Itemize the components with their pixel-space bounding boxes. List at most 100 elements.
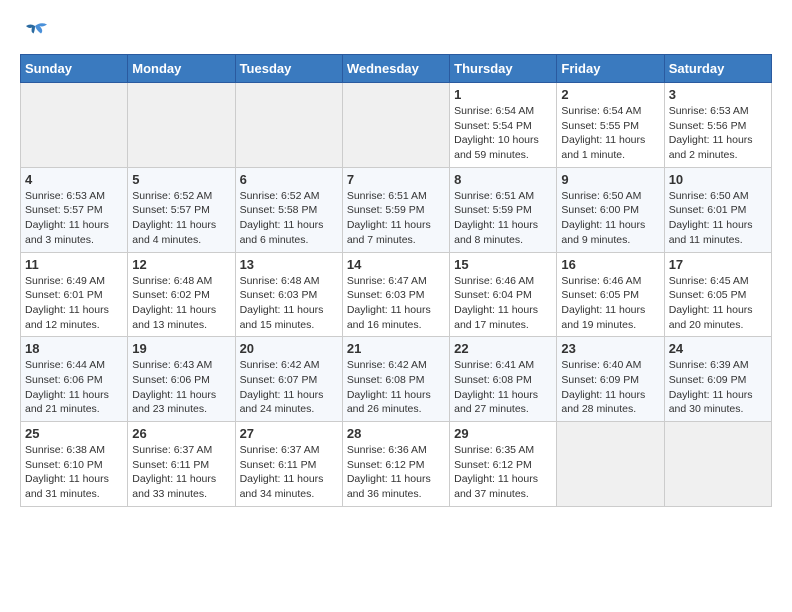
calendar-cell xyxy=(342,83,449,168)
day-info: Sunrise: 6:53 AMSunset: 5:57 PMDaylight:… xyxy=(25,189,123,248)
calendar-cell: 10 Sunrise: 6:50 AMSunset: 6:01 PMDayligh… xyxy=(664,167,771,252)
day-number: 7 xyxy=(347,172,445,187)
day-number: 11 xyxy=(25,257,123,272)
calendar-cell xyxy=(664,422,771,507)
calendar-cell xyxy=(128,83,235,168)
day-info: Sunrise: 6:45 AMSunset: 6:05 PMDaylight:… xyxy=(669,274,767,333)
logo-icon xyxy=(20,20,50,44)
weekday-header-row: SundayMondayTuesdayWednesdayThursdayFrid… xyxy=(21,55,772,83)
day-info: Sunrise: 6:51 AMSunset: 5:59 PMDaylight:… xyxy=(454,189,552,248)
day-info: Sunrise: 6:44 AMSunset: 6:06 PMDaylight:… xyxy=(25,358,123,417)
calendar-cell: 17Sunrise: 6:45 AMSunset: 6:05 PMDayligh… xyxy=(664,252,771,337)
day-number: 24 xyxy=(669,341,767,356)
calendar-cell: 5Sunrise: 6:52 AMSunset: 5:57 PMDaylight… xyxy=(128,167,235,252)
weekday-header-monday: Monday xyxy=(128,55,235,83)
day-number: 23 xyxy=(561,341,659,356)
calendar-cell: 19 Sunrise: 6:43 AMSunset: 6:06 PMDayligh… xyxy=(128,337,235,422)
calendar-cell: 8 Sunrise: 6:51 AMSunset: 5:59 PMDaylight… xyxy=(450,167,557,252)
calendar-cell: 7 Sunrise: 6:51 AMSunset: 5:59 PMDaylight… xyxy=(342,167,449,252)
weekday-header-friday: Friday xyxy=(557,55,664,83)
calendar-cell: 27 Sunrise: 6:37 AMSunset: 6:11 PMDayligh… xyxy=(235,422,342,507)
calendar-cell xyxy=(235,83,342,168)
calendar-week-2: 4Sunrise: 6:53 AMSunset: 5:57 PMDaylight… xyxy=(21,167,772,252)
day-number: 20 xyxy=(240,341,338,356)
day-info: Sunrise: 6:40 AMSunset: 6:09 PMDaylight:… xyxy=(561,358,659,417)
calendar-cell: 1 Sunrise: 6:54 AMSunset: 5:54 PMDaylight… xyxy=(450,83,557,168)
calendar-table: SundayMondayTuesdayWednesdayThursdayFrid… xyxy=(20,54,772,507)
day-info: Sunrise: 6:48 AMSunset: 6:02 PMDaylight:… xyxy=(132,274,230,333)
calendar-cell: 21 Sunrise: 6:42 AMSunset: 6:08 PMDayligh… xyxy=(342,337,449,422)
calendar-cell: 4Sunrise: 6:53 AMSunset: 5:57 PMDaylight… xyxy=(21,167,128,252)
day-info: Sunrise: 6:54 AMSunset: 5:55 PMDaylight:… xyxy=(561,104,659,163)
day-number: 10 xyxy=(669,172,767,187)
calendar-cell xyxy=(557,422,664,507)
day-number: 1 xyxy=(454,87,552,102)
day-info: Sunrise: 6:48 AMSunset: 6:03 PMDaylight:… xyxy=(240,274,338,333)
day-number: 19 xyxy=(132,341,230,356)
calendar-cell: 20 Sunrise: 6:42 AMSunset: 6:07 PMDayligh… xyxy=(235,337,342,422)
day-info: Sunrise: 6:50 AMSunset: 6:00 PMDaylight:… xyxy=(561,189,659,248)
day-number: 18 xyxy=(25,341,123,356)
calendar-cell: 29 Sunrise: 6:35 AMSunset: 6:12 PMDayligh… xyxy=(450,422,557,507)
day-info: Sunrise: 6:42 AMSunset: 6:08 PMDaylight:… xyxy=(347,358,445,417)
day-number: 12 xyxy=(132,257,230,272)
day-number: 8 xyxy=(454,172,552,187)
day-number: 16 xyxy=(561,257,659,272)
day-info: Sunrise: 6:49 AMSunset: 6:01 PMDaylight:… xyxy=(25,274,123,333)
calendar-week-5: 25 Sunrise: 6:38 AMSunset: 6:10 PMDayligh… xyxy=(21,422,772,507)
day-info: Sunrise: 6:39 AMSunset: 6:09 PMDaylight:… xyxy=(669,358,767,417)
day-number: 25 xyxy=(25,426,123,441)
calendar-week-4: 18 Sunrise: 6:44 AMSunset: 6:06 PMDayligh… xyxy=(21,337,772,422)
day-info: Sunrise: 6:43 AMSunset: 6:06 PMDaylight:… xyxy=(132,358,230,417)
day-number: 22 xyxy=(454,341,552,356)
day-info: Sunrise: 6:37 AMSunset: 6:11 PMDaylight:… xyxy=(132,443,230,502)
calendar-cell: 16 Sunrise: 6:46 AMSunset: 6:05 PMDayligh… xyxy=(557,252,664,337)
calendar-cell: 3 Sunrise: 6:53 AMSunset: 5:56 PMDaylight… xyxy=(664,83,771,168)
day-info: Sunrise: 6:37 AMSunset: 6:11 PMDaylight:… xyxy=(240,443,338,502)
day-info: Sunrise: 6:47 AMSunset: 6:03 PMDaylight:… xyxy=(347,274,445,333)
calendar-cell: 6 Sunrise: 6:52 AMSunset: 5:58 PMDaylight… xyxy=(235,167,342,252)
page-header xyxy=(20,20,772,44)
calendar-cell: 13 Sunrise: 6:48 AMSunset: 6:03 PMDayligh… xyxy=(235,252,342,337)
day-info: Sunrise: 6:51 AMSunset: 5:59 PMDaylight:… xyxy=(347,189,445,248)
day-number: 28 xyxy=(347,426,445,441)
calendar-cell: 14 Sunrise: 6:47 AMSunset: 6:03 PMDayligh… xyxy=(342,252,449,337)
day-info: Sunrise: 6:50 AMSunset: 6:01 PMDaylight:… xyxy=(669,189,767,248)
calendar-cell: 24 Sunrise: 6:39 AMSunset: 6:09 PMDayligh… xyxy=(664,337,771,422)
day-number: 5 xyxy=(132,172,230,187)
calendar-cell: 15 Sunrise: 6:46 AMSunset: 6:04 PMDayligh… xyxy=(450,252,557,337)
day-number: 29 xyxy=(454,426,552,441)
calendar-cell: 18 Sunrise: 6:44 AMSunset: 6:06 PMDayligh… xyxy=(21,337,128,422)
weekday-header-wednesday: Wednesday xyxy=(342,55,449,83)
calendar-cell: 25 Sunrise: 6:38 AMSunset: 6:10 PMDayligh… xyxy=(21,422,128,507)
calendar-cell: 28 Sunrise: 6:36 AMSunset: 6:12 PMDayligh… xyxy=(342,422,449,507)
day-info: Sunrise: 6:46 AMSunset: 6:04 PMDaylight:… xyxy=(454,274,552,333)
calendar-cell: 12 Sunrise: 6:48 AMSunset: 6:02 PMDayligh… xyxy=(128,252,235,337)
calendar-cell xyxy=(21,83,128,168)
calendar-cell: 22 Sunrise: 6:41 AMSunset: 6:08 PMDayligh… xyxy=(450,337,557,422)
weekday-header-tuesday: Tuesday xyxy=(235,55,342,83)
day-number: 21 xyxy=(347,341,445,356)
day-info: Sunrise: 6:35 AMSunset: 6:12 PMDaylight:… xyxy=(454,443,552,502)
day-number: 14 xyxy=(347,257,445,272)
day-number: 27 xyxy=(240,426,338,441)
day-number: 9 xyxy=(561,172,659,187)
day-info: Sunrise: 6:38 AMSunset: 6:10 PMDaylight:… xyxy=(25,443,123,502)
day-info: Sunrise: 6:46 AMSunset: 6:05 PMDaylight:… xyxy=(561,274,659,333)
weekday-header-saturday: Saturday xyxy=(664,55,771,83)
day-info: Sunrise: 6:54 AMSunset: 5:54 PMDaylight:… xyxy=(454,104,552,163)
day-info: Sunrise: 6:41 AMSunset: 6:08 PMDaylight:… xyxy=(454,358,552,417)
day-number: 3 xyxy=(669,87,767,102)
calendar-week-1: 1 Sunrise: 6:54 AMSunset: 5:54 PMDaylight… xyxy=(21,83,772,168)
logo xyxy=(20,20,54,44)
day-info: Sunrise: 6:36 AMSunset: 6:12 PMDaylight:… xyxy=(347,443,445,502)
day-info: Sunrise: 6:52 AMSunset: 5:58 PMDaylight:… xyxy=(240,189,338,248)
day-number: 15 xyxy=(454,257,552,272)
day-number: 26 xyxy=(132,426,230,441)
calendar-cell: 26 Sunrise: 6:37 AMSunset: 6:11 PMDayligh… xyxy=(128,422,235,507)
weekday-header-thursday: Thursday xyxy=(450,55,557,83)
day-info: Sunrise: 6:42 AMSunset: 6:07 PMDaylight:… xyxy=(240,358,338,417)
day-number: 13 xyxy=(240,257,338,272)
day-info: Sunrise: 6:53 AMSunset: 5:56 PMDaylight:… xyxy=(669,104,767,163)
day-number: 6 xyxy=(240,172,338,187)
